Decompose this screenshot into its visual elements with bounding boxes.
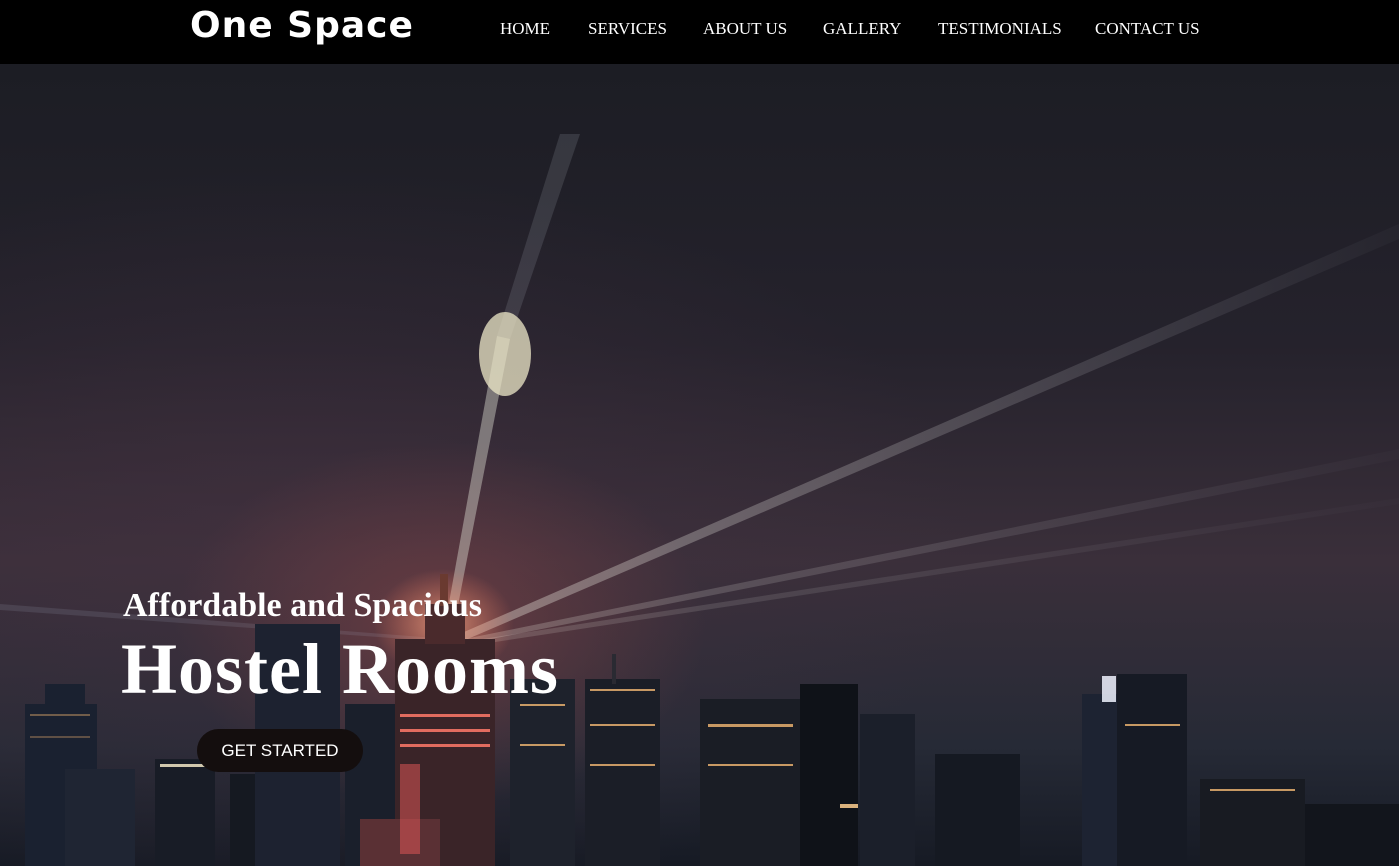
nav-link-contact-us[interactable]: CONTACT US — [1095, 19, 1200, 39]
hero-section: Affordable and Spacious Hostel Rooms GET… — [0, 64, 1399, 866]
site-logo[interactable]: One Space — [190, 5, 414, 46]
nav-link-testimonials[interactable]: TESTIMONIALS — [938, 19, 1062, 39]
nav-link-about-us[interactable]: ABOUT US — [703, 19, 787, 39]
nav-link-services[interactable]: SERVICES — [588, 19, 667, 39]
hero-subtitle: Affordable and Spacious — [123, 587, 482, 624]
nav-link-home[interactable]: HOME — [500, 19, 550, 39]
hero-title: Hostel Rooms — [121, 629, 559, 709]
top-navbar: One Space HOME SERVICES ABOUT US GALLERY… — [0, 0, 1399, 64]
get-started-button[interactable]: GET STARTED — [197, 729, 363, 772]
nav-link-gallery[interactable]: GALLERY — [823, 19, 901, 39]
searchlight-beams — [0, 134, 1399, 648]
